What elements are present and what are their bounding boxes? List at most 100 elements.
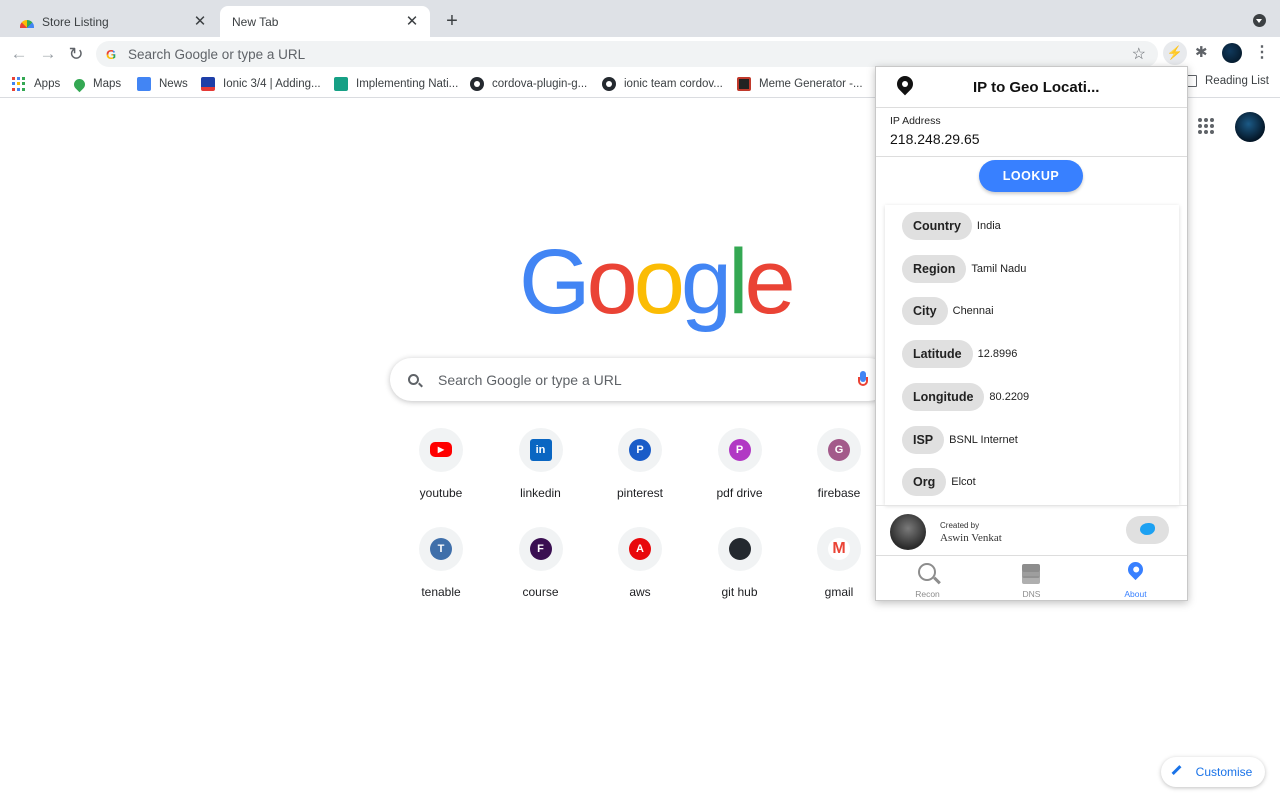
tab-store-listing[interactable]: Store Listing ✕ — [8, 6, 218, 37]
shortcut-icon-circle: T — [419, 527, 463, 571]
shortcut-icon-circle: M — [817, 527, 861, 571]
shortcut-label: pdf drive — [716, 486, 763, 500]
address-bar[interactable]: G Search Google or type a URL ☆ — [96, 41, 1158, 67]
account-avatar[interactable] — [1235, 112, 1265, 142]
reload-icon[interactable]: ↻ — [64, 42, 88, 66]
shortcut-label: youtube — [419, 486, 463, 500]
forward-arrow-icon[interactable]: → — [36, 42, 60, 66]
shortcut-tile[interactable]: Ppinterest — [590, 428, 690, 518]
close-tab-icon[interactable]: ✕ — [192, 13, 208, 30]
result-value: Elcot — [951, 476, 976, 489]
google-apps-icon[interactable] — [1198, 118, 1214, 134]
bookmark-ionic-team[interactable]: ionic team cordov... — [602, 75, 723, 93]
shortcut-tile[interactable]: ▶ youtube — [391, 428, 491, 518]
result-row: ISP BSNL Internet — [902, 425, 1018, 454]
bookmark-label: Apps — [34, 78, 61, 90]
github-icon — [602, 77, 616, 91]
ntp-search-box[interactable]: Search Google or type a URL — [390, 358, 890, 401]
result-label-chip: ISP — [902, 425, 945, 454]
shortcut-label: tenable — [421, 585, 461, 599]
tab-label: Recon — [915, 589, 940, 599]
bookmark-news[interactable]: News — [137, 75, 188, 93]
created-by-label: Created by — [940, 521, 980, 530]
site-icon — [334, 77, 348, 91]
profile-avatar[interactable] — [1222, 43, 1242, 63]
location-pin-icon — [893, 72, 917, 96]
shortcut-tile[interactable]: Mgmail — [789, 527, 889, 617]
tab-new-tab[interactable]: New Tab ✕ — [220, 6, 430, 37]
shortcut-label: gmail — [824, 585, 854, 599]
shortcut-tile[interactable]: Ttenable — [391, 527, 491, 617]
result-value: 12.8996 — [977, 348, 1018, 361]
reading-list[interactable]: Reading List — [1186, 75, 1269, 87]
bookmark-label: Implementing Nati... — [356, 78, 459, 90]
shortcut-label: linkedin — [520, 486, 561, 500]
result-value: 80.2209 — [989, 390, 1030, 403]
ip-address-input[interactable]: 218.248.29.65 — [890, 131, 980, 147]
back-arrow-icon[interactable]: ← — [7, 42, 31, 66]
search-icon — [408, 374, 419, 385]
address-bar-placeholder: Search Google or type a URL — [128, 46, 306, 62]
lightning-extension-icon[interactable]: ⚡ — [1163, 41, 1187, 65]
microphone-icon[interactable] — [858, 371, 868, 386]
tab-recon[interactable]: Recon — [876, 556, 979, 602]
meme-site-icon — [737, 77, 751, 91]
logo-letter: G — [519, 231, 591, 333]
news-icon — [137, 77, 151, 91]
letter-f-icon: F — [529, 538, 552, 560]
shortcut-tile[interactable]: Fcourse — [491, 527, 591, 617]
tab-strip: Store Listing ✕ New Tab ✕ + — [0, 0, 1280, 37]
chrome-menu-icon[interactable]: ⋮ — [1254, 42, 1270, 62]
bookmark-label: News — [159, 78, 188, 90]
twitter-button[interactable] — [1126, 516, 1169, 544]
result-label-chip: City — [902, 297, 948, 326]
shortcut-label: firebase — [817, 486, 861, 500]
result-row: Country India — [902, 212, 1001, 240]
shortcut-icon-circle: P — [717, 428, 762, 472]
tab-title: New Tab — [232, 14, 279, 29]
letter-a-icon: A — [629, 538, 651, 560]
bookmark-label: ionic team cordov... — [624, 78, 723, 90]
result-label-chip: Country — [902, 212, 972, 240]
lookup-button[interactable]: LOOKUP — [979, 160, 1083, 192]
result-value: India — [976, 220, 1001, 232]
result-label-chip: Latitude — [902, 340, 973, 369]
bookmark-implementing[interactable]: Implementing Nati... — [334, 75, 458, 93]
bookmark-cordova-plugin[interactable]: cordova-plugin-g... — [470, 75, 587, 93]
extensions-puzzle-icon[interactable]: ✱ — [1195, 43, 1208, 61]
bookmark-star-icon[interactable]: ☆ — [1132, 44, 1146, 64]
results-card: Country India Region Tamil Nadu City Chennai L… — [885, 205, 1179, 505]
tab-about[interactable]: About — [1084, 556, 1187, 602]
shortcut-icon-circle: F — [518, 527, 563, 571]
bookmark-label: Ionic 3/4 | Adding... — [223, 78, 321, 90]
author-name: Aswin Venkat — [940, 532, 1002, 544]
location-pin-icon — [1124, 558, 1147, 581]
shortcut-icon-circle — [717, 527, 762, 571]
close-tab-icon[interactable]: ✕ — [404, 13, 420, 30]
shortcut-tile[interactable]: git hub — [690, 527, 790, 617]
shortcut-tile[interactable]: Gfirebase — [789, 428, 889, 518]
customise-button[interactable]: Customise — [1161, 757, 1265, 787]
result-row: Org Elcot — [902, 468, 976, 497]
tab-dns[interactable]: DNS — [980, 556, 1083, 602]
ip-geo-extension-popup: IP to Geo Locati... IP Address 218.248.2… — [875, 66, 1188, 601]
rainbow-favicon-icon — [20, 19, 34, 28]
result-value: Tamil Nadu — [971, 262, 1027, 275]
bookmark-ionic[interactable]: Ionic 3/4 | Adding... — [201, 75, 321, 93]
bookmark-meme-generator[interactable]: Meme Generator -... — [737, 75, 863, 93]
result-row: Latitude 12.8996 — [902, 340, 1018, 369]
tab-label: DNS — [1022, 589, 1041, 599]
google-g-icon: G — [106, 47, 120, 62]
new-tab-plus-icon[interactable]: + — [442, 11, 462, 31]
logo-letter: e — [744, 231, 796, 333]
apps-grid-icon — [12, 77, 26, 91]
shortcut-tile[interactable]: Aaws — [590, 527, 690, 617]
bookmark-maps[interactable]: Maps — [71, 75, 121, 93]
tab-search-icon[interactable] — [1253, 14, 1266, 27]
shortcut-tile[interactable]: in linkedin — [491, 428, 591, 518]
shortcut-tile[interactable]: Ppdf drive — [690, 428, 790, 518]
credits-bar: Created by Aswin Venkat — [876, 505, 1187, 555]
bookmark-apps[interactable]: Apps — [12, 75, 60, 93]
layers-icon — [1020, 562, 1042, 584]
reading-list-label: Reading List — [1205, 75, 1269, 87]
